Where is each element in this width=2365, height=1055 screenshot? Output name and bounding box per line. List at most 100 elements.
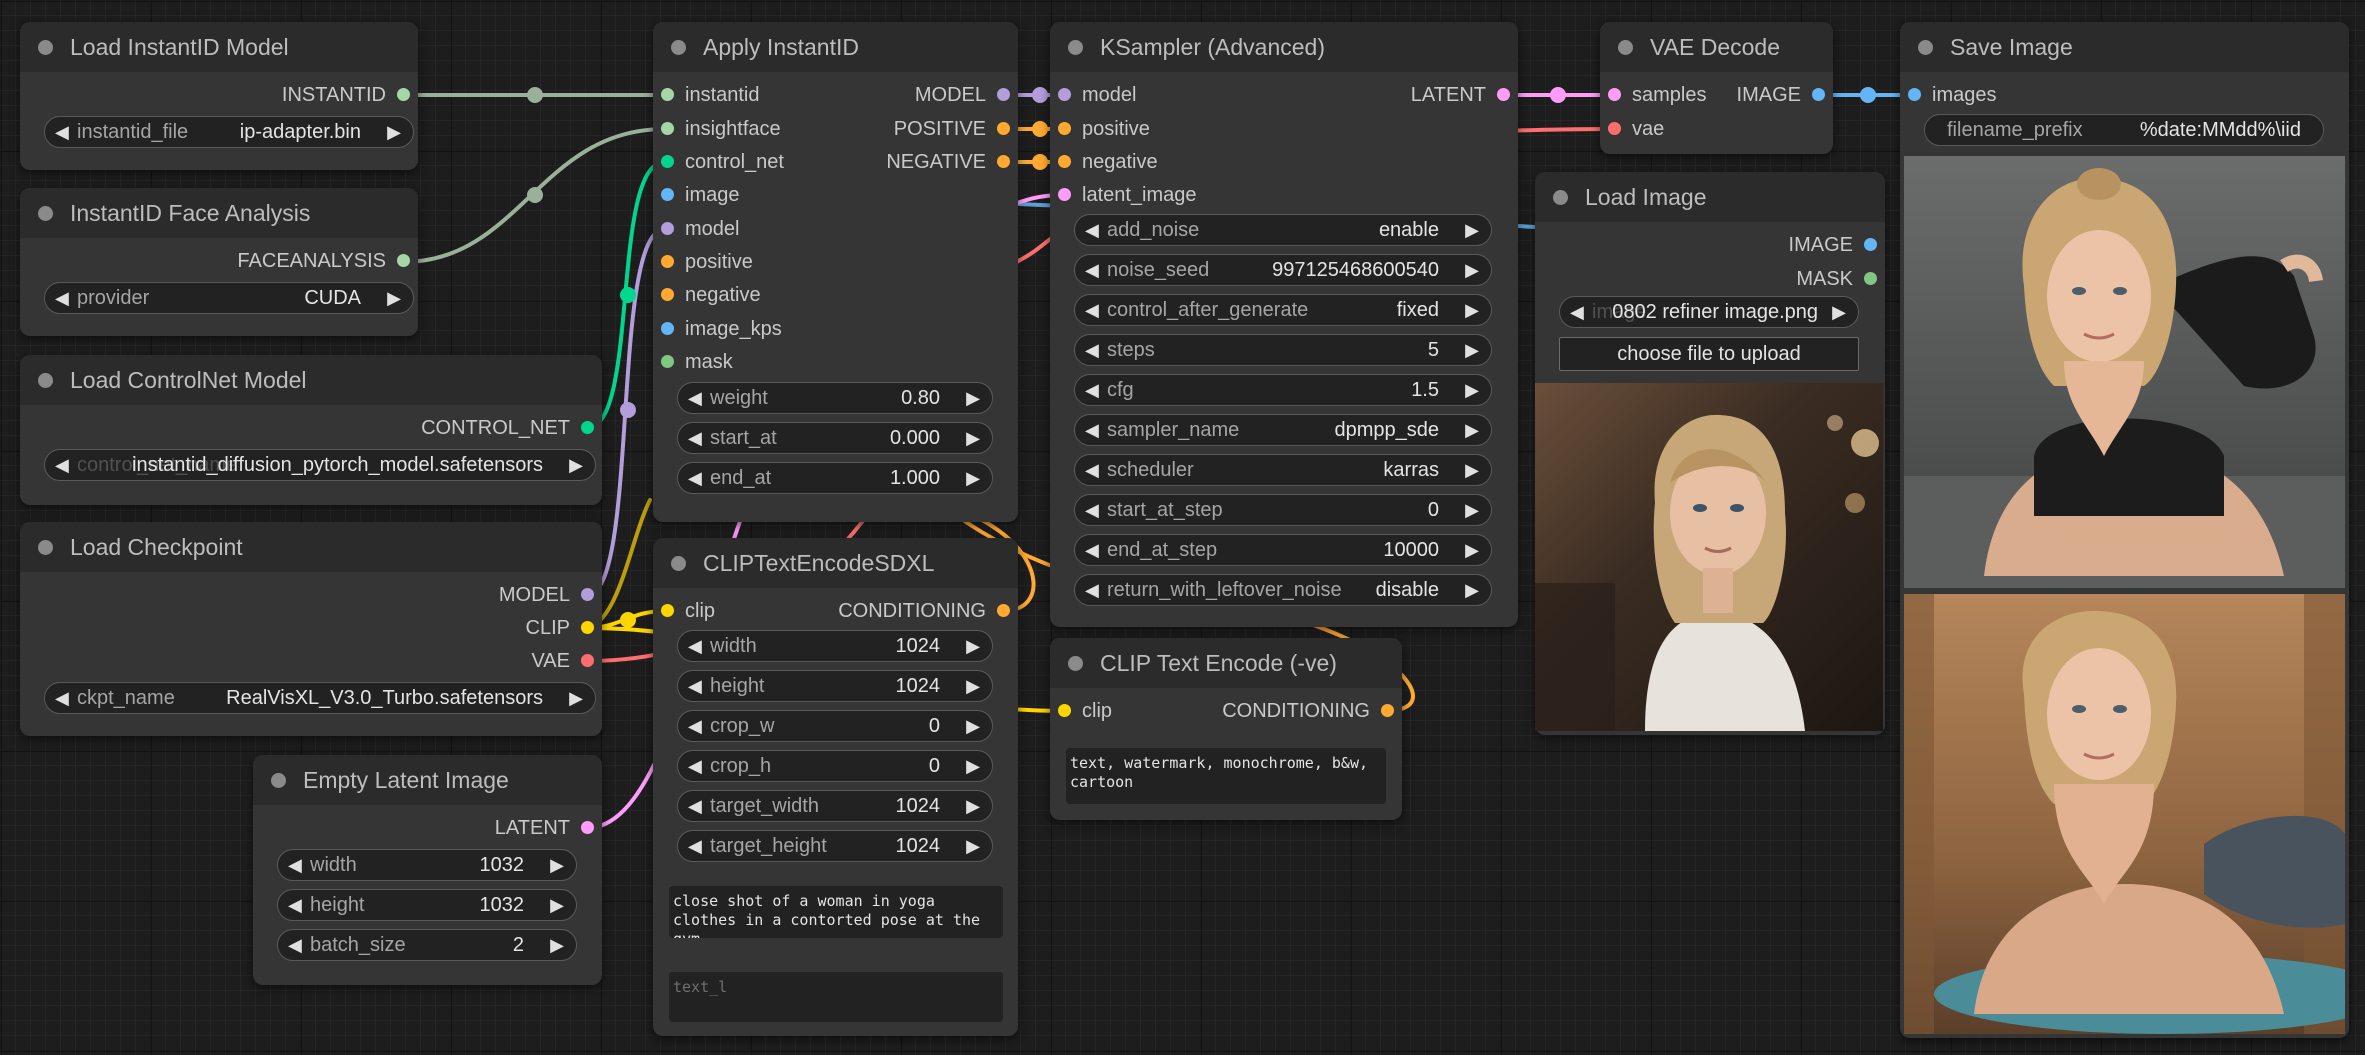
arrow-right-icon[interactable]: ▶ [1465,575,1479,605]
input-clip[interactable]: clip [1050,700,1112,722]
output-dot-icon[interactable] [581,421,594,434]
collapse-dot-icon[interactable] [1553,190,1568,205]
output-mask[interactable]: MASK [1796,268,1885,290]
arrow-right-icon[interactable]: ▶ [1465,335,1479,365]
arrow-right-icon[interactable]: ▶ [966,791,980,821]
output-control-net[interactable]: CONTROL_NET [421,417,602,439]
negative-prompt-textarea[interactable]: text, watermark, monochrome, b&w, cartoo… [1066,748,1386,804]
input-samples[interactable]: samples [1600,84,1706,106]
input-dot-icon[interactable] [661,188,674,201]
arrow-left-icon[interactable]: ◀ [688,791,702,821]
output-dot-icon[interactable] [397,88,410,101]
arrow-left-icon[interactable]: ◀ [688,631,702,661]
input-dot-icon[interactable] [661,88,674,101]
collapse-dot-icon[interactable] [38,40,53,55]
input-dot-icon[interactable] [1608,122,1621,135]
arrow-left-icon[interactable]: ◀ [288,930,302,960]
widget-cfg[interactable]: ◀ cfg 1.5 ▶ [1074,374,1492,406]
arrow-left-icon[interactable]: ◀ [1085,495,1099,525]
arrow-right-icon[interactable]: ▶ [966,463,980,493]
output-dot-icon[interactable] [997,122,1010,135]
collapse-dot-icon[interactable] [38,540,53,555]
node-title[interactable]: InstantID Face Analysis [20,188,418,238]
widget-end-at[interactable]: ◀ end_at 1.000 ▶ [677,462,993,494]
output-latent[interactable]: LATENT [495,817,602,839]
node-title[interactable]: Load Checkpoint [20,522,602,572]
node-clip-text-encode-negative[interactable]: CLIP Text Encode (-ve) clip CONDITIONING… [1050,638,1402,820]
node-face-analysis[interactable]: InstantID Face Analysis FACEANALYSIS ◀ p… [20,188,418,336]
input-dot-icon[interactable] [661,322,674,335]
node-save-image[interactable]: Save Image images filename_prefix %date:… [1900,22,2349,1038]
collapse-dot-icon[interactable] [271,773,286,788]
input-image[interactable]: image [653,184,739,206]
input-dot-icon[interactable] [661,222,674,235]
input-mask[interactable]: mask [653,351,733,373]
output-conditioning[interactable]: CONDITIONING [1222,700,1402,722]
input-control-net[interactable]: control_net [653,151,784,173]
arrow-left-icon[interactable]: ◀ [688,383,702,413]
upload-button[interactable]: choose file to upload [1559,337,1859,371]
arrow-left-icon[interactable]: ◀ [1085,535,1099,565]
widget-width[interactable]: ◀ width 1032 ▶ [277,849,577,881]
output-dot-icon[interactable] [997,155,1010,168]
widget-batch-size[interactable]: ◀ batch_size 2 ▶ [277,929,577,961]
widget-steps[interactable]: ◀ steps 5 ▶ [1074,334,1492,366]
arrow-right-icon[interactable]: ▶ [966,423,980,453]
arrow-right-icon[interactable]: ▶ [1832,297,1846,327]
input-instantid[interactable]: instantid [653,84,760,106]
output-dot-icon[interactable] [997,88,1010,101]
arrow-right-icon[interactable]: ▶ [966,711,980,741]
text-l-textarea[interactable]: text_l [669,972,1003,1022]
arrow-left-icon[interactable]: ◀ [1085,375,1099,405]
arrow-left-icon[interactable]: ◀ [1570,297,1584,327]
output-dot-icon[interactable] [581,654,594,667]
output-dot-icon[interactable] [581,821,594,834]
widget-ckpt-name[interactable]: ◀ ckpt_name RealVisXL_V3.0_Turbo.safeten… [44,682,596,714]
arrow-left-icon[interactable]: ◀ [55,283,69,313]
widget-add-noise[interactable]: ◀ add_noise enable ▶ [1074,214,1492,246]
text-g-textarea[interactable]: close shot of a woman in yoga clothes in… [669,886,1003,938]
input-dot-icon[interactable] [661,122,674,135]
widget-crop-w[interactable]: ◀ crop_w 0 ▶ [677,710,993,742]
arrow-right-icon[interactable]: ▶ [1465,295,1479,325]
output-dot-icon[interactable] [1497,88,1510,101]
arrow-right-icon[interactable]: ▶ [966,383,980,413]
node-load-checkpoint[interactable]: Load Checkpoint MODEL CLIP VAE ◀ ckpt_na… [20,522,602,736]
output-model[interactable]: MODEL [915,84,1018,106]
input-images[interactable]: images [1900,84,1996,106]
input-model[interactable]: model [1050,84,1136,106]
node-ksampler-advanced[interactable]: KSampler (Advanced) model positive negat… [1050,22,1518,627]
widget-return-with-leftover-noise[interactable]: ◀ return_with_leftover_noise disable ▶ [1074,574,1492,606]
node-title[interactable]: VAE Decode [1600,22,1833,72]
widget-weight[interactable]: ◀ weight 0.80 ▶ [677,382,993,414]
output-dot-icon[interactable] [397,254,410,267]
arrow-left-icon[interactable]: ◀ [1085,455,1099,485]
arrow-right-icon[interactable]: ▶ [550,890,564,920]
widget-target-width[interactable]: ◀ target_width 1024 ▶ [677,790,993,822]
arrow-left-icon[interactable]: ◀ [688,751,702,781]
node-title[interactable]: Load InstantID Model [20,22,418,72]
collapse-dot-icon[interactable] [1068,40,1083,55]
widget-provider[interactable]: ◀ provider CUDA ▶ [44,282,414,314]
arrow-right-icon[interactable]: ▶ [1465,495,1479,525]
arrow-left-icon[interactable]: ◀ [688,831,702,861]
output-dot-icon[interactable] [1381,704,1394,717]
arrow-left-icon[interactable]: ◀ [1085,335,1099,365]
arrow-right-icon[interactable]: ▶ [966,831,980,861]
arrow-right-icon[interactable]: ▶ [550,930,564,960]
arrow-right-icon[interactable]: ▶ [569,450,583,480]
output-dot-icon[interactable] [1812,88,1825,101]
node-clip-text-encode-sdxl[interactable]: CLIPTextEncodeSDXL clip CONDITIONING ◀ w… [653,538,1018,1036]
arrow-left-icon[interactable]: ◀ [288,850,302,880]
node-load-controlnet[interactable]: Load ControlNet Model CONTROL_NET ◀ cont… [20,355,602,505]
node-title[interactable]: Load ControlNet Model [20,355,602,405]
arrow-left-icon[interactable]: ◀ [1085,415,1099,445]
output-dot-icon[interactable] [581,588,594,601]
output-clip[interactable]: CLIP [526,617,602,639]
collapse-dot-icon[interactable] [1918,40,1933,55]
input-model[interactable]: model [653,218,739,240]
widget-control-after-generate[interactable]: ◀ control_after_generate fixed ▶ [1074,294,1492,326]
arrow-right-icon[interactable]: ▶ [1465,535,1479,565]
node-load-image[interactable]: Load Image IMAGE MASK ◀ image 0802 refin… [1535,172,1885,735]
arrow-left-icon[interactable]: ◀ [688,463,702,493]
